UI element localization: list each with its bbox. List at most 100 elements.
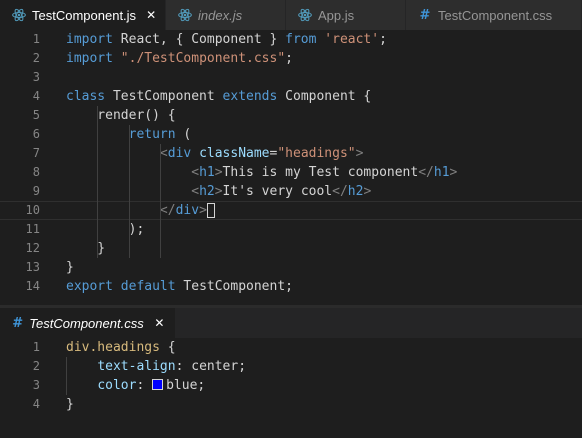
code-token: 'react' — [324, 32, 380, 47]
top-tab-bar: TestComponent.js ✕ index.js App.js # TestComp… — [0, 0, 582, 30]
code-token: "headings" — [277, 146, 356, 161]
code-line[interactable]: 1 div.headings { — [0, 338, 582, 357]
line-number: 2 — [32, 51, 40, 65]
code-token: { — [159, 340, 176, 355]
code-token: export — [66, 279, 113, 294]
code-text: div.headings { — [66, 338, 176, 357]
code-line[interactable]: 7 <div className="headings"> — [0, 144, 582, 163]
code-token: < — [159, 146, 168, 161]
indent-guide — [97, 106, 99, 258]
code-line[interactable]: 5 render() { — [0, 106, 582, 125]
code-text: } — [66, 258, 74, 277]
code-line[interactable]: 6 return ( — [0, 125, 582, 144]
code-token: ); — [66, 222, 145, 237]
code-text: } — [66, 395, 74, 414]
code-line[interactable]: 13} — [0, 258, 582, 277]
tab-app-js[interactable]: App.js — [286, 0, 406, 30]
code-token: className — [199, 146, 270, 161]
code-token: This is my Test component — [222, 165, 419, 180]
code-token: < — [191, 165, 200, 180]
code-token: </ — [418, 165, 434, 180]
code-token: > — [449, 165, 458, 180]
code-text: export default TestComponent; — [66, 277, 293, 296]
code-line[interactable]: 2 text-align: center; — [0, 357, 582, 376]
line-number: 10 — [25, 203, 40, 217]
code-text: } — [66, 239, 105, 258]
code-token: text-align — [97, 359, 176, 374]
code-line[interactable]: 3 — [0, 68, 582, 87]
code-token: } — [66, 260, 74, 275]
code-line[interactable]: 12 } — [0, 239, 582, 258]
code-text: text-align: center; — [66, 357, 246, 376]
line-number: 6 — [32, 127, 40, 141]
bottom-code-editor[interactable]: 1 div.headings {2 text-align: center; 3 co… — [0, 338, 582, 414]
code-line[interactable]: 1 import React, { Component } from 'react… — [0, 30, 582, 49]
code-token: from — [285, 32, 317, 47]
code-text: <h2>It's very cool</h2> — [66, 182, 371, 201]
code-token: } — [66, 241, 106, 256]
color-swatch[interactable] — [152, 379, 164, 390]
code-line[interactable]: 4 class TestComponent extends Component { — [0, 87, 582, 106]
code-token: return — [128, 127, 176, 142]
tab-testcomponent-js[interactable]: TestComponent.js ✕ — [0, 0, 166, 30]
code-token: import — [66, 32, 113, 47]
code-token: ; — [285, 51, 293, 66]
css-hash-icon: # — [419, 7, 431, 23]
text-cursor — [206, 203, 215, 218]
line-number: 13 — [25, 260, 40, 274]
close-icon[interactable]: ✕ — [146, 8, 156, 22]
tab-label: TestComponent.css — [438, 7, 553, 23]
code-token: > — [199, 203, 207, 218]
code-line[interactable]: 10 </div> — [0, 201, 582, 220]
close-icon[interactable]: ✕ — [154, 316, 165, 330]
line-number: 4 — [32, 397, 40, 411]
code-token: h2 — [347, 184, 364, 199]
code-line[interactable]: 11 ); — [0, 220, 582, 239]
code-text: import "./TestComponent.css"; — [66, 49, 293, 68]
line-number: 11 — [25, 222, 40, 236]
tab-testcomponent-css[interactable]: # TestComponent.css — [406, 0, 582, 30]
code-text: render() { — [66, 106, 176, 125]
code-text: <h1>This is my Test component</h1> — [66, 163, 457, 182]
code-token: > — [214, 184, 223, 199]
code-line[interactable]: 4} — [0, 395, 582, 414]
code-token: h1 — [199, 165, 215, 180]
indent-guide — [159, 144, 161, 258]
code-text: import React, { Component } from 'react'… — [66, 30, 387, 49]
code-line[interactable]: 9 <h2>It's very cool</h2> — [0, 182, 582, 201]
top-code-editor[interactable]: 1 import React, { Component } from 'react… — [0, 30, 582, 296]
code-token: import — [66, 51, 113, 66]
code-token: class — [66, 89, 106, 104]
code-token: color — [97, 378, 137, 393]
code-text: <div className="headings"> — [66, 144, 364, 163]
code-token: : — [136, 378, 153, 393]
code-token: ( — [175, 127, 192, 142]
bottom-tab-bar: # TestComponent.css ✕ — [0, 308, 582, 338]
code-token: div.headings — [66, 340, 160, 355]
line-number: 3 — [32, 378, 40, 392]
tab-label: App.js — [318, 7, 355, 23]
line-number: 1 — [32, 340, 40, 354]
line-number: 14 — [25, 279, 40, 293]
code-token: render() { — [66, 108, 176, 123]
code-token: Component { — [277, 89, 372, 104]
react-icon — [178, 8, 192, 22]
code-line[interactable]: 14 export default TestComponent; — [0, 277, 582, 296]
line-number: 3 — [32, 70, 40, 84]
tab-testcomponent-css[interactable]: # TestComponent.css ✕ — [0, 308, 176, 338]
react-icon — [298, 8, 312, 22]
code-line[interactable]: 3 color: blue; — [0, 376, 582, 395]
tab-index-js[interactable]: index.js — [166, 0, 286, 30]
tab-label: TestComponent.css — [29, 315, 144, 331]
code-line[interactable]: 2 import "./TestComponent.css"; — [0, 49, 582, 68]
line-number: 9 — [32, 184, 40, 198]
code-token: h2 — [199, 184, 215, 199]
code-text: color: blue; — [66, 376, 205, 395]
code-line[interactable]: 8 <h1>This is my Test component</h1> — [0, 163, 582, 182]
code-token: TestComponent; — [175, 279, 293, 294]
